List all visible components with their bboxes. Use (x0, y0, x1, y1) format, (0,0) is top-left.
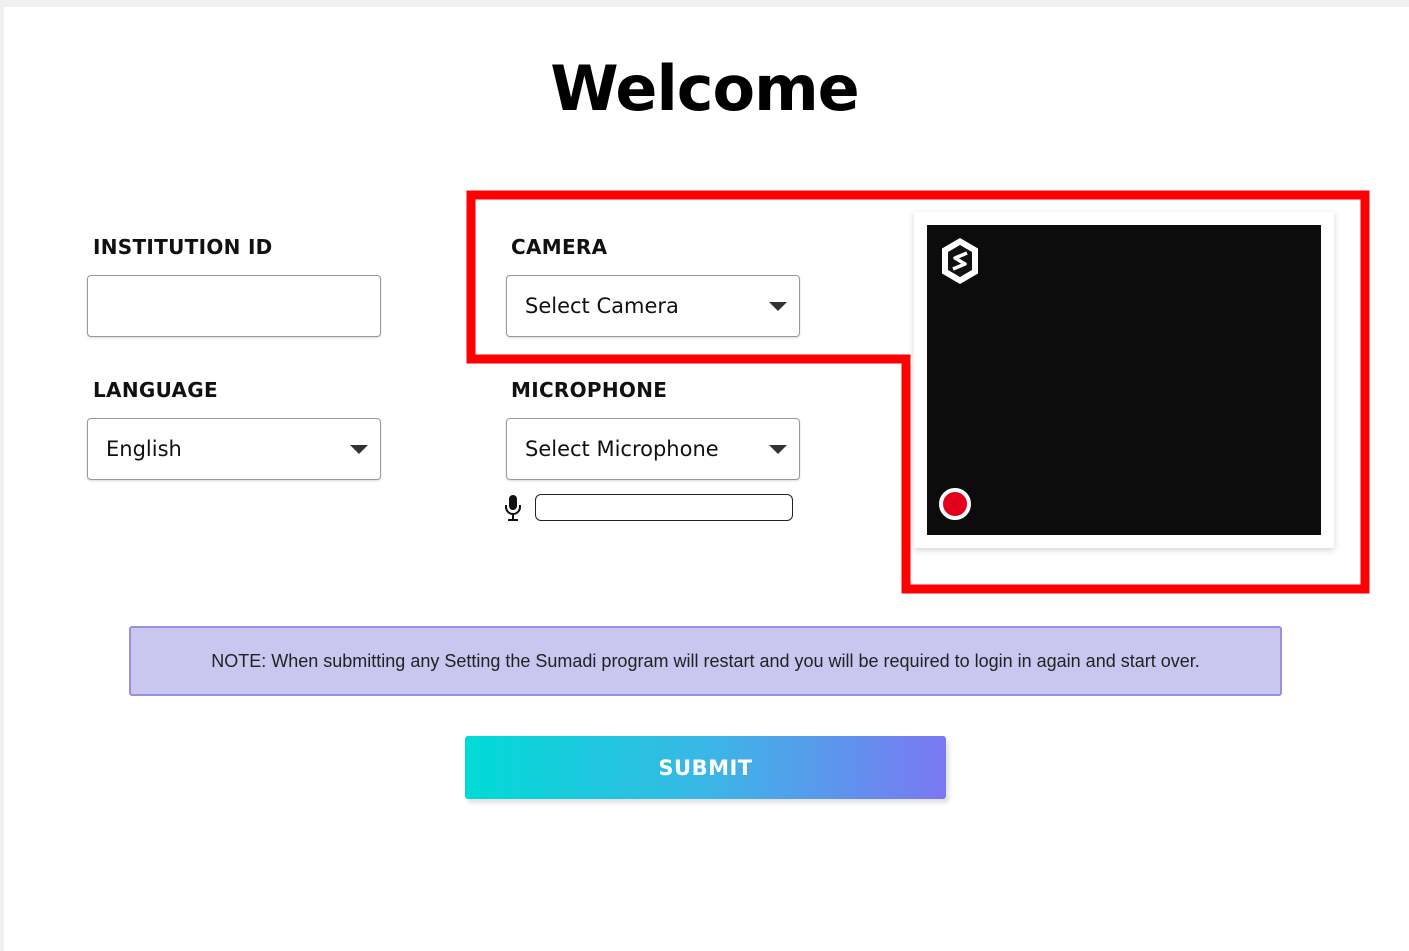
language-selected-value: English (106, 437, 182, 461)
language-select[interactable]: English (87, 418, 381, 480)
camera-label: CAMERA (511, 235, 608, 259)
microphone-label: MICROPHONE (511, 378, 668, 402)
institution-id-label: INSTITUTION ID (93, 235, 273, 259)
microphone-icon (505, 495, 521, 521)
camera-preview-video (927, 225, 1321, 535)
microphone-selected-value: Select Microphone (525, 437, 719, 461)
chevron-down-icon (350, 444, 368, 454)
chevron-down-icon (769, 301, 787, 311)
submit-button[interactable]: SUBMIT (465, 736, 946, 799)
record-indicator-icon (939, 488, 971, 520)
sumadi-logo-icon (942, 238, 978, 284)
page-title: Welcome (550, 52, 859, 125)
language-label: LANGUAGE (93, 378, 218, 402)
restart-note: NOTE: When submitting any Setting the Su… (129, 626, 1282, 696)
chevron-down-icon (769, 444, 787, 454)
institution-id-input[interactable] (87, 275, 381, 337)
camera-select[interactable]: Select Camera (506, 275, 800, 337)
microphone-level-meter (535, 494, 793, 521)
camera-selected-value: Select Camera (525, 294, 679, 318)
microphone-select[interactable]: Select Microphone (506, 418, 800, 480)
